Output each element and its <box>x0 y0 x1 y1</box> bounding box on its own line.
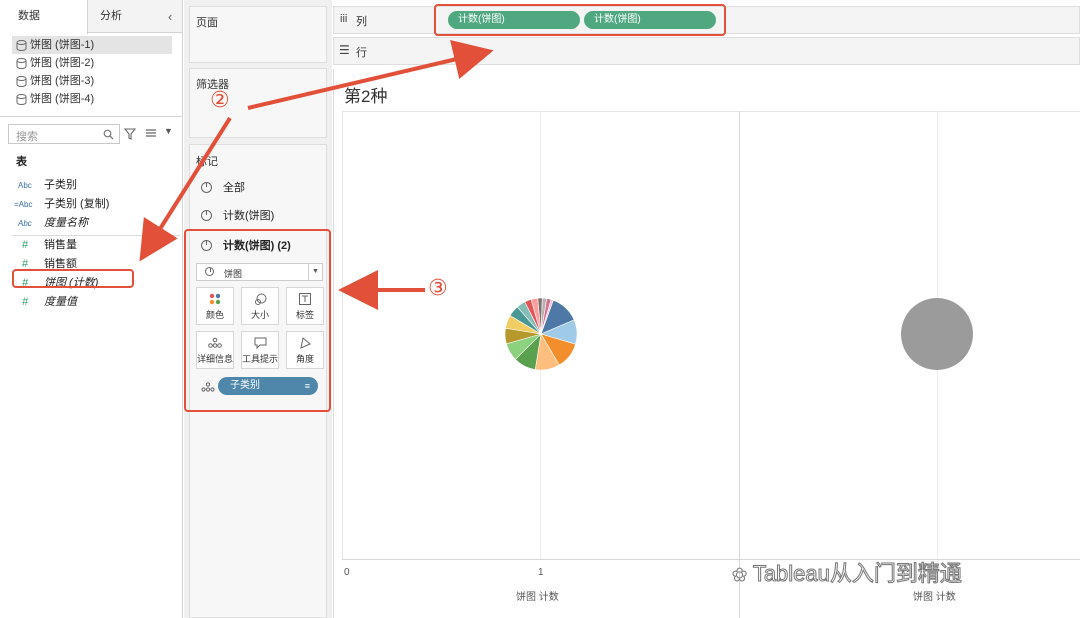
field-label: 子类别 <box>44 179 77 191</box>
field-dimension[interactable]: =Abc 子类别 (复制) <box>0 195 183 214</box>
calculated-string-icon: =Abc <box>14 200 33 209</box>
rows-shelf[interactable]: ☰ 行 <box>333 37 1080 65</box>
tab-analysis[interactable]: 分析 <box>100 0 170 33</box>
highlight-box <box>12 269 134 288</box>
database-icon <box>16 94 27 105</box>
field-label: 子类别 (复制) <box>44 198 110 210</box>
rows-shelf-label: 行 <box>356 47 367 59</box>
database-icon <box>16 40 27 51</box>
field-dimension[interactable]: Abc 度量名称 <box>0 214 183 233</box>
database-icon <box>16 76 27 87</box>
divider <box>0 116 183 117</box>
chevron-left-icon[interactable]: ‹ <box>168 0 180 33</box>
datasource-label: 饼图 (饼图-4) <box>30 93 95 105</box>
datasource-item[interactable]: 饼图 (饼图-3) <box>12 72 172 90</box>
pie-chart[interactable] <box>505 298 577 370</box>
datasource-item[interactable]: 饼图 (饼图-2) <box>12 54 172 72</box>
search-icon <box>103 129 114 140</box>
columns-shelf-label: 列 <box>356 16 367 28</box>
search-input[interactable]: 搜索 <box>8 124 120 144</box>
data-pane-tabbar: 数据 分析 ‹ <box>0 0 182 34</box>
marks-row-label: 全部 <box>223 182 245 194</box>
tab-analysis-label: 分析 <box>100 10 122 22</box>
number-type-icon: # <box>22 239 29 251</box>
datasource-label: 饼图 (饼图-1) <box>30 39 95 51</box>
datasource-item[interactable]: 饼图 (饼图-4) <box>12 90 172 108</box>
x-tick-label: 1 <box>538 567 544 578</box>
marks-card-title: 标记 <box>196 156 218 168</box>
string-type-icon: Abc <box>18 181 32 190</box>
datasource-label: 饼图 (饼图-2) <box>30 57 95 69</box>
wechat-icon: ✿ <box>731 565 748 586</box>
pie-mark-icon <box>201 210 212 221</box>
highlight-box <box>184 229 331 412</box>
datasource-item[interactable]: 饼图 (饼图-1) <box>12 36 172 54</box>
marks-row-all[interactable]: 全部 <box>199 178 324 198</box>
columns-icon: iii <box>340 13 348 25</box>
field-label: 销售量 <box>44 239 77 251</box>
database-icon <box>16 58 27 69</box>
datasource-label: 饼图 (饼图-3) <box>30 75 95 87</box>
x-axis-title-right: 饼图 计数 <box>913 592 956 603</box>
x-axis-line <box>342 559 1080 560</box>
x-axis-title-left: 饼图 计数 <box>516 592 559 603</box>
marks-row-measure-1[interactable]: 计数(饼图) <box>199 206 324 226</box>
section-label-tables: 表 <box>16 156 27 168</box>
datasource-list: 饼图 (饼图-1) 饼图 (饼图-2) 饼图 (饼图-3) 饼图 (饼图-4) <box>0 33 182 108</box>
shelves-column: 页面 筛选器 标记 全部 计数(饼图) 计数(饼图) (2) 饼图 ▼ 颜色 大… <box>184 0 332 618</box>
field-measure[interactable]: # 销售量 <box>0 236 183 255</box>
tab-data[interactable]: 数据 <box>0 0 88 34</box>
data-pane: 数据 分析 ‹ 饼图 (饼图-1) 饼图 (饼图-2) 饼图 (饼图-3) 饼图… <box>0 0 183 618</box>
search-row: 搜索 ▼ <box>8 124 178 146</box>
watermark: ✿ Tableau从入门到精通 <box>731 556 962 588</box>
chevron-down-icon[interactable]: ▼ <box>164 126 173 136</box>
annotation-number-3: ③ <box>428 276 448 301</box>
pages-shelf[interactable]: 页面 <box>189 6 327 63</box>
view-canvas: 第2种 0 1 饼图 计数 饼图 计数 ✿ Tableau从入门到精通 <box>333 69 1080 618</box>
pages-shelf-title: 页面 <box>196 17 218 29</box>
search-placeholder: 搜索 <box>16 131 38 143</box>
annotation-number-2: ② <box>210 88 230 113</box>
field-list: 表 Abc 子类别 =Abc 子类别 (复制) Abc 度量名称 # 销售量 # 销售额 … <box>0 153 183 312</box>
pie-mark-icon <box>201 182 212 193</box>
number-type-icon: # <box>22 296 29 308</box>
highlight-box <box>434 4 726 36</box>
tab-data-label: 数据 <box>18 10 40 22</box>
field-measure[interactable]: # 度量值 <box>0 293 183 312</box>
x-tick-label: 0 <box>344 567 350 578</box>
rows-icon: ☰ <box>339 43 350 57</box>
pane-divider <box>739 111 740 618</box>
field-dimension[interactable]: Abc 子类别 <box>0 176 183 195</box>
field-label: 度量名称 <box>44 217 88 229</box>
list-view-icon[interactable] <box>145 128 157 140</box>
marks-row-label: 计数(饼图) <box>223 210 275 222</box>
field-label: 度量值 <box>44 296 77 308</box>
string-type-icon: Abc <box>18 219 32 228</box>
gray-circle-mark[interactable] <box>901 298 973 370</box>
sheet-title: 第2种 <box>344 87 388 106</box>
filter-icon[interactable] <box>124 128 136 140</box>
watermark-text: Tableau从入门到精通 <box>752 561 962 587</box>
